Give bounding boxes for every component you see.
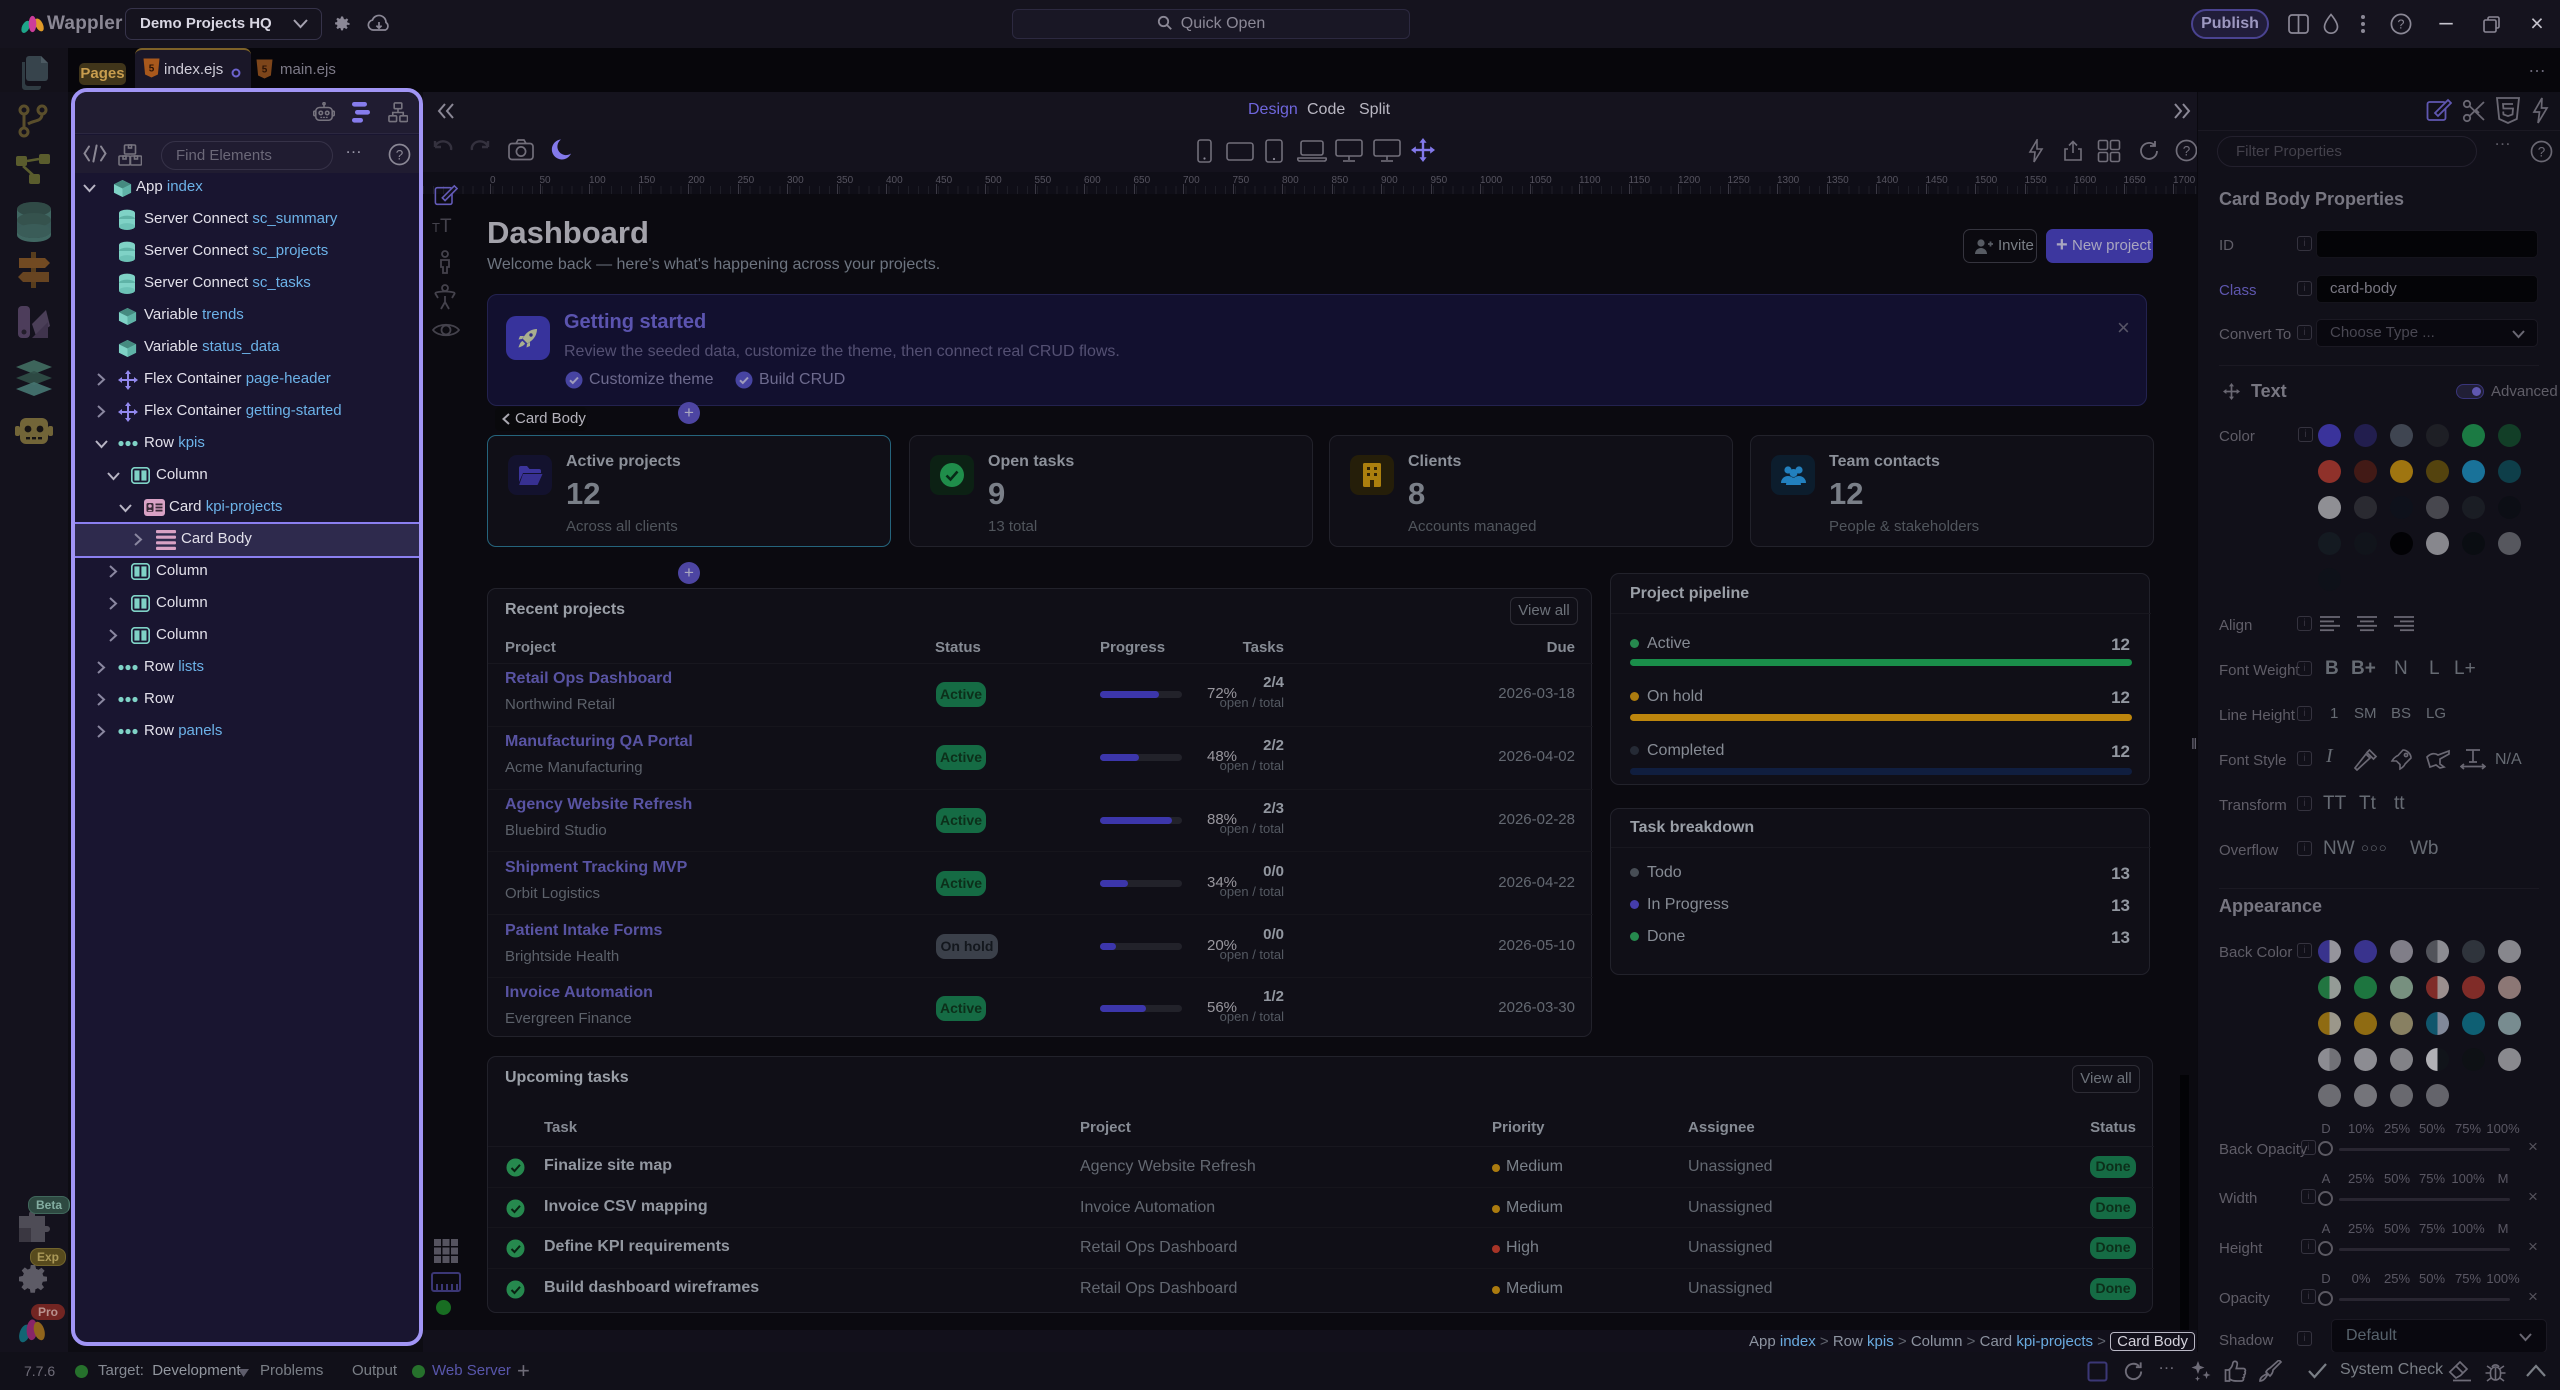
- svg-text:?: ?: [396, 148, 404, 163]
- svg-text:5: 5: [149, 64, 155, 75]
- svg-text:?: ?: [2183, 144, 2191, 159]
- svg-text:5: 5: [262, 65, 268, 76]
- svg-text:?: ?: [2398, 18, 2405, 32]
